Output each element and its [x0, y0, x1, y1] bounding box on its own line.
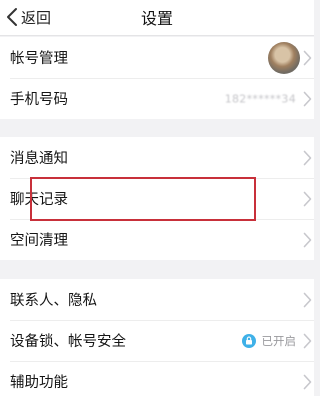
- settings-item-accessibility[interactable]: 辅助功能: [0, 361, 314, 396]
- back-button[interactable]: 返回: [6, 6, 51, 28]
- settings-item-label: 消息通知: [10, 151, 68, 167]
- chevron-left-icon: [6, 7, 18, 27]
- settings-item-phone-number[interactable]: 手机号码 182******34: [0, 78, 314, 119]
- chevron-right-icon: [303, 91, 312, 107]
- chevron-right-icon: [303, 292, 312, 308]
- navigation-bar: 返回 设置: [0, 0, 314, 36]
- settings-item-label: 设备锁、帐号安全: [10, 334, 126, 350]
- settings-item-label: 聊天记录: [10, 192, 68, 208]
- settings-item-account-management[interactable]: 帐号管理: [0, 37, 314, 78]
- chevron-right-icon: [303, 191, 312, 207]
- settings-item-label: 手机号码: [10, 92, 68, 108]
- lock-icon: [241, 333, 256, 348]
- account-group: 帐号管理 手机号码 182******34: [0, 37, 314, 119]
- avatar: [268, 42, 300, 74]
- settings-item-storage-cleanup[interactable]: 空间清理: [0, 219, 314, 260]
- back-label: 返回: [21, 8, 52, 27]
- status-text: 已开启: [261, 333, 297, 348]
- chevron-right-icon: [303, 150, 312, 166]
- settings-item-label: 帐号管理: [10, 51, 68, 67]
- settings-item-chat-history[interactable]: 聊天记录: [0, 178, 314, 219]
- settings-item-notifications[interactable]: 消息通知: [0, 137, 314, 178]
- phone-number-value: 182******34: [224, 92, 296, 105]
- privacy-security-group: 联系人、隐私 设备锁、帐号安全 已开启 辅助功能: [0, 279, 314, 396]
- settings-item-label: 空间清理: [10, 233, 68, 249]
- settings-item-contacts-privacy[interactable]: 联系人、隐私: [0, 279, 314, 320]
- settings-item-device-lock-security[interactable]: 设备锁、帐号安全 已开启: [0, 320, 314, 361]
- messages-group: 消息通知 聊天记录 空间清理: [0, 137, 314, 260]
- chevron-right-icon: [303, 333, 312, 349]
- chevron-right-icon: [303, 374, 312, 390]
- settings-item-label: 联系人、隐私: [10, 293, 97, 309]
- settings-item-label: 辅助功能: [10, 375, 68, 391]
- chevron-right-icon: [303, 50, 312, 66]
- chevron-right-icon: [303, 232, 312, 248]
- status-badge: 已开启: [241, 333, 297, 349]
